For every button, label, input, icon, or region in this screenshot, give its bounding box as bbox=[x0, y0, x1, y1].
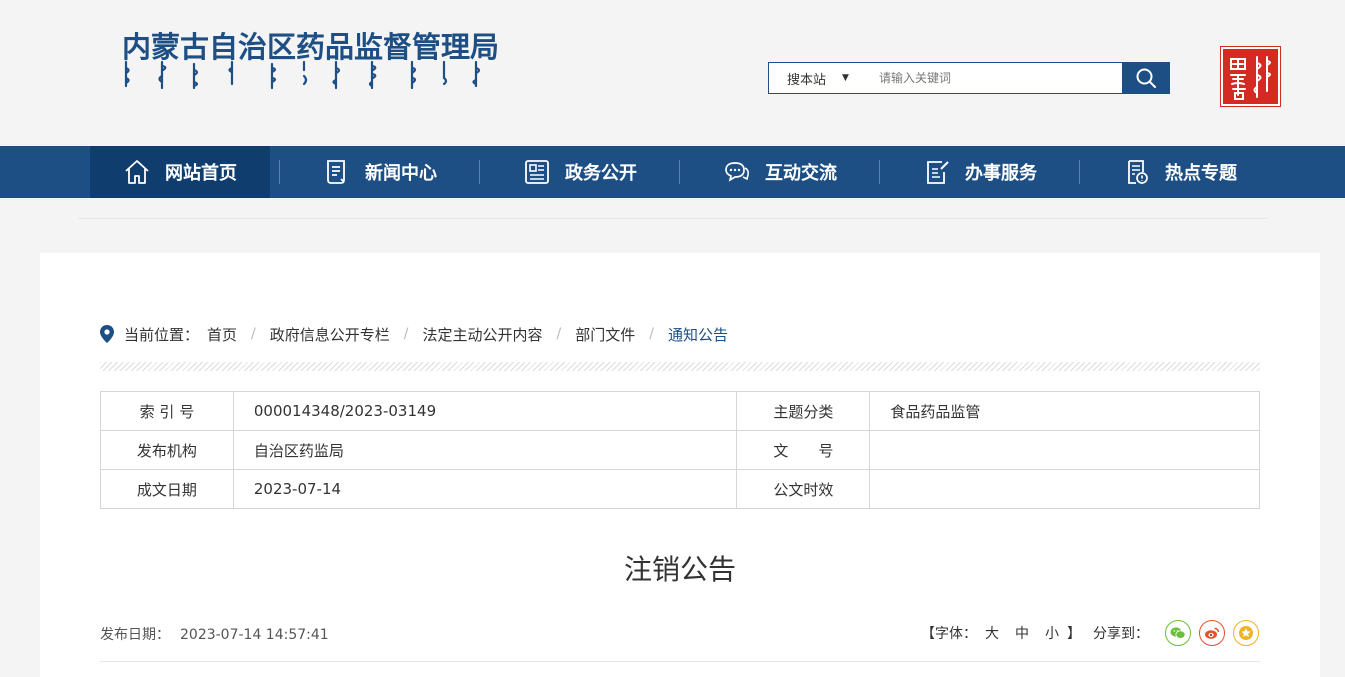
site-header: 内蒙古自治区药品监督管理局 搜本站 ▼ bbox=[0, 0, 1345, 146]
meta-key: 索 引 号 bbox=[100, 391, 234, 431]
document-list-icon bbox=[523, 158, 551, 186]
document-meta-table: 索 引 号 000014348/2023-03149 主题分类 食品药品监管 发… bbox=[100, 391, 1260, 509]
nav-label: 办事服务 bbox=[965, 163, 1037, 184]
chat-icon bbox=[723, 158, 751, 186]
meta-key: 文 号 bbox=[736, 430, 871, 470]
meta-value: 000014348/2023-03149 bbox=[232, 391, 738, 431]
font-size-close: 】 bbox=[1067, 626, 1081, 642]
divider bbox=[78, 218, 1267, 219]
article-tools: 【字体： 大 中 小 】 分享到： bbox=[921, 620, 1259, 646]
meta-value: 食品药品监管 bbox=[869, 391, 1260, 431]
favorite-icon[interactable] bbox=[1233, 620, 1259, 646]
search-button[interactable] bbox=[1122, 62, 1170, 94]
table-row: 发布机构 自治区药监局 文 号 bbox=[100, 430, 1260, 470]
publish-date: 发布日期： 2023-07-14 14:57:41 bbox=[100, 624, 329, 644]
nav-item-topics[interactable]: 热点专题 bbox=[1090, 146, 1270, 198]
nav-item-gov-affairs[interactable]: 政务公开 bbox=[490, 146, 670, 198]
table-row: 索 引 号 000014348/2023-03149 主题分类 食品药品监管 bbox=[100, 391, 1260, 431]
table-row: 成文日期 2023-07-14 公文时效 bbox=[100, 469, 1260, 509]
meta-key: 成文日期 bbox=[100, 469, 234, 509]
nav-divider bbox=[479, 160, 480, 184]
topic-icon bbox=[1123, 158, 1151, 186]
breadcrumb: 当前位置： 首页 / 政府信息公开专栏 / 法定主动公开内容 / 部门文件 / … bbox=[100, 323, 728, 345]
nav-label: 政务公开 bbox=[565, 163, 637, 184]
seal-logo bbox=[1220, 46, 1281, 107]
breadcrumb-statutory[interactable]: 法定主动公开内容 bbox=[422, 324, 542, 345]
nav-divider bbox=[279, 160, 280, 184]
breadcrumb-home[interactable]: 首页 bbox=[207, 324, 237, 345]
nav-label: 网站首页 bbox=[165, 163, 237, 184]
breadcrumb-label: 当前位置： bbox=[124, 325, 200, 344]
font-size-large[interactable]: 大 bbox=[985, 623, 999, 643]
share-label: 分享到： bbox=[1093, 626, 1149, 642]
meta-value: 自治区药监局 bbox=[232, 430, 738, 470]
breadcrumb-separator: / bbox=[251, 326, 256, 342]
nav-item-home[interactable]: 网站首页 bbox=[90, 146, 270, 198]
search-scope-select[interactable]: 搜本站 ▼ bbox=[769, 63, 869, 93]
nav-label: 新闻中心 bbox=[365, 163, 437, 184]
weibo-icon[interactable] bbox=[1199, 620, 1225, 646]
seal-emblem-icon bbox=[1229, 55, 1271, 100]
breadcrumb-separator: / bbox=[649, 326, 654, 342]
nav-divider bbox=[1079, 160, 1080, 184]
home-icon bbox=[123, 158, 151, 186]
hatched-divider bbox=[100, 362, 1260, 371]
breadcrumb-separator: / bbox=[403, 326, 409, 342]
nav-label: 互动交流 bbox=[765, 163, 837, 184]
search-bar: 搜本站 ▼ bbox=[768, 62, 1170, 94]
location-pin-icon bbox=[100, 325, 114, 343]
search-icon bbox=[1136, 68, 1156, 88]
breadcrumb-dept-docs[interactable]: 部门文件 bbox=[575, 324, 635, 345]
caret-down-icon: ▼ bbox=[842, 73, 849, 83]
publish-date-value: 2023-07-14 14:57:41 bbox=[180, 627, 329, 643]
nav-label: 热点专题 bbox=[1165, 163, 1237, 184]
divider bbox=[100, 661, 1260, 662]
meta-key: 主题分类 bbox=[736, 391, 871, 431]
mongolian-script-logo bbox=[124, 60, 481, 90]
article-title: 注销公告 bbox=[623, 553, 736, 586]
font-size-medium[interactable]: 中 bbox=[1015, 623, 1029, 643]
breadcrumb-separator: / bbox=[556, 326, 562, 342]
breadcrumb-current[interactable]: 通知公告 bbox=[668, 324, 728, 345]
publish-date-label: 发布日期： bbox=[100, 627, 170, 643]
nav-item-interaction[interactable]: 互动交流 bbox=[690, 146, 870, 198]
meta-value bbox=[869, 469, 1260, 509]
main-nav: 网站首页 新闻中心 政务公开 互动交流 办事服务 热点专题 bbox=[0, 146, 1345, 198]
wechat-icon[interactable] bbox=[1165, 620, 1191, 646]
meta-key: 公文时效 bbox=[736, 469, 871, 509]
nav-divider bbox=[679, 160, 680, 184]
edit-form-icon bbox=[923, 158, 951, 186]
search-scope-label: 搜本站 bbox=[787, 72, 827, 88]
search-input[interactable] bbox=[869, 63, 1122, 93]
meta-key: 发布机构 bbox=[100, 430, 234, 470]
font-size-open: 【字体： bbox=[921, 626, 977, 642]
meta-value: 2023-07-14 bbox=[232, 469, 738, 509]
breadcrumb-gov-info[interactable]: 政府信息公开专栏 bbox=[270, 324, 390, 345]
nav-item-services[interactable]: 办事服务 bbox=[890, 146, 1070, 198]
news-icon bbox=[323, 158, 351, 186]
meta-value bbox=[869, 430, 1260, 470]
nav-divider bbox=[879, 160, 880, 184]
nav-item-news[interactable]: 新闻中心 bbox=[290, 146, 470, 198]
font-size-small[interactable]: 小 bbox=[1045, 623, 1059, 643]
